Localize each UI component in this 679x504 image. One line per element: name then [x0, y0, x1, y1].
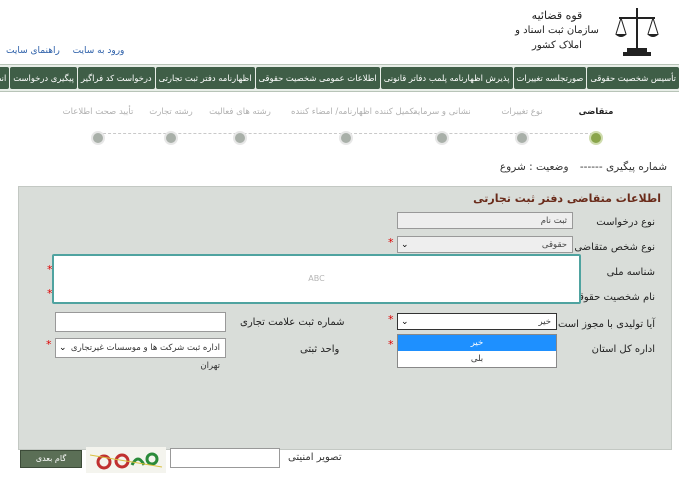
captcha-image-icon: [86, 447, 166, 473]
nav-item-cancel-request[interactable]: انصراف از درخواست: [0, 67, 10, 89]
captcha-input[interactable]: [170, 448, 280, 468]
required-star: *: [388, 313, 394, 326]
trademark-reg-input[interactable]: [55, 312, 226, 332]
nav-item-general-info[interactable]: اطلاعات عمومی شخصیت حقوقی: [255, 67, 380, 89]
nav-item-commercial-register[interactable]: اظهارنامه دفتر ثبت تجارتی: [155, 67, 255, 89]
nav-item-seal-books[interactable]: پذیرش اظهارنامه پلمب دفاتر قانونی: [380, 67, 513, 89]
tracking-info: شماره پیگیری ------ وضعیت : شروع: [492, 161, 667, 173]
form-title: اطلاعات متقاضی دفتر ثبت تجارتی: [473, 192, 661, 205]
overlay-popup[interactable]: ABC: [52, 254, 581, 304]
request-type-label: نوع درخواست: [596, 217, 655, 228]
step-dot-icon: [339, 131, 353, 145]
chevron-down-icon: ⌄: [59, 343, 67, 353]
login-link[interactable]: ورود به سایت: [73, 46, 125, 56]
step-dot-icon: [515, 131, 529, 145]
help-link[interactable]: راهنمای سایت: [6, 46, 60, 56]
step-dot-icon: [164, 131, 178, 145]
org-logo-text: قوه قضائیه سازمان ثبت اسناد و املاک کشور: [507, 8, 607, 53]
nav-item-track-request[interactable]: پیگیری درخواست: [10, 67, 77, 89]
tracking-number: شماره پیگیری ------: [579, 161, 667, 173]
nav-item-establish[interactable]: تأسیس شخصیت حقوقی: [587, 67, 679, 89]
step-dot-icon: [91, 131, 105, 145]
main-nav: تأسیس شخصیت حقوقی صورتجلسه تغییرات پذیرش…: [0, 64, 679, 92]
province-office-label: اداره کل استان: [591, 344, 655, 355]
step-confirm[interactable]: تأیید صحت اطلاعات: [43, 107, 153, 145]
org-line2: سازمان ثبت اسناد و املاک کشور: [515, 25, 599, 51]
step-label: تکمیل کننده اظهارنامه/ امضاء کننده: [291, 107, 417, 117]
top-links: ورود به سایت راهنمای سایت: [6, 46, 134, 56]
step-dot-icon: [233, 131, 247, 145]
required-star: *: [388, 236, 394, 249]
step-signer[interactable]: تکمیل کننده اظهارنامه/ امضاء کننده: [291, 107, 417, 145]
step-dot-icon: [589, 131, 603, 145]
request-type-field: ثبت نام: [397, 212, 573, 229]
applicant-type-value: حقوقی: [541, 240, 567, 250]
next-step-button[interactable]: گام بعدی: [20, 450, 82, 468]
option-yes[interactable]: بلی: [398, 351, 556, 367]
nav-item-changes-minutes[interactable]: صورتجلسه تغییرات: [513, 67, 587, 89]
captcha-label: تصویر امنیتی: [288, 452, 342, 463]
scales-emblem-icon: [615, 8, 659, 56]
producer-license-select[interactable]: خیر ⌄: [397, 313, 557, 330]
popup-text: ABC: [308, 274, 325, 283]
required-star: *: [388, 338, 394, 351]
chevron-down-icon: ⌄: [401, 240, 409, 250]
nav-item-universal-code[interactable]: درخواست کد فراگیر: [77, 67, 155, 89]
legal-name-label: نام شخصیت حقوقی: [570, 292, 655, 303]
applicant-type-select[interactable]: حقوقی ⌄: [397, 236, 573, 253]
chevron-down-icon: ⌄: [401, 317, 409, 327]
required-star: *: [46, 338, 52, 351]
producer-license-options: خیر بلی: [397, 334, 557, 368]
producer-license-label: آیا تولیدی با مجوز است: [557, 319, 655, 330]
step-dot-icon: [435, 131, 449, 145]
national-id-label: شناسه ملی: [606, 267, 655, 278]
registration-unit-label: واحد ثبتی: [300, 344, 340, 355]
applicant-type-label: نوع شخص متقاضی: [574, 242, 655, 253]
producer-license-value: خیر: [538, 317, 551, 327]
status-text: وضعیت : شروع: [499, 161, 569, 173]
trademark-reg-label: شماره ثبت علامت تجاری: [240, 317, 345, 328]
org-line1: قوه قضائیه: [531, 9, 583, 22]
option-no[interactable]: خیر: [398, 335, 556, 351]
step-label: تأیید صحت اطلاعات: [62, 107, 134, 117]
registration-unit-select[interactable]: اداره ثبت شرکت ها و موسسات غیرتجاری تهرا…: [55, 338, 226, 371]
